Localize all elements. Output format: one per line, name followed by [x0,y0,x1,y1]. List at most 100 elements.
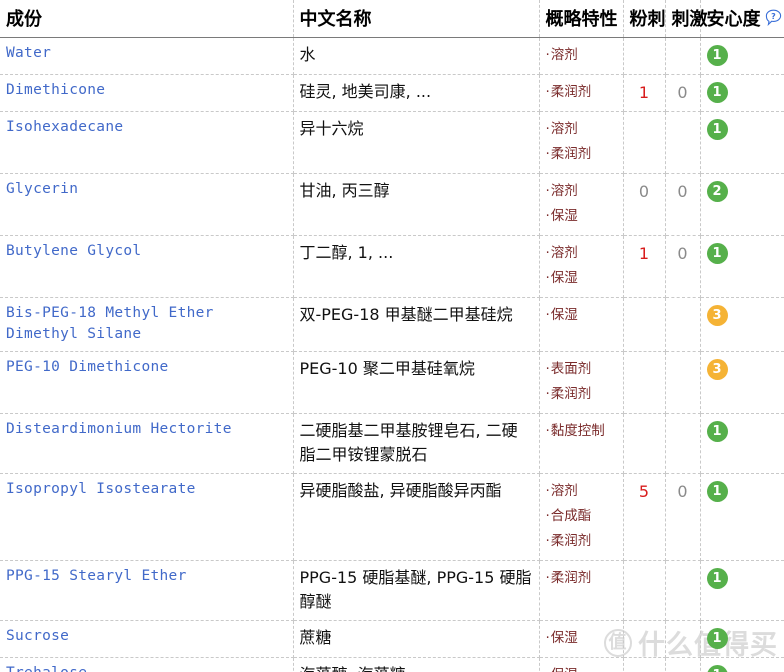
cell-acne-score [623,351,666,414]
irritation-score-value: 0 [677,482,688,501]
ingredient-link[interactable]: Butylene Glycol [6,243,141,259]
property-tag[interactable]: 溶剂 [546,117,617,142]
ingredients-table: 成份 中文名称 概略特性 粉刺 刺激 安心度? Water 水溶剂 1 Dimethi… [0,0,784,672]
irritation-score-value: 0 [677,83,688,102]
column-header-ingredient[interactable]: 成份 [0,0,294,38]
cell-ingredient-name: Isohexadecane [0,111,294,174]
property-tag[interactable]: 溶剂 [546,479,617,504]
cell-irritation-score [665,351,701,414]
cell-chinese-name: PPG-15 硬脂基醚, PPG-15 硬脂醇醚 [293,560,540,621]
cell-properties: 溶剂 [539,37,624,75]
property-tag[interactable]: 柔润剂 [546,142,617,167]
safety-badge: 3 [706,305,728,326]
irritation-score-value: 0 [677,182,688,201]
cell-acne-score: 1 [623,235,666,298]
cell-irritation-score [665,297,701,352]
cell-ingredient-name: Isopropyl Isostearate [0,473,294,561]
ingredient-link[interactable]: PPG-15 Stearyl Ether [6,568,187,584]
cell-chinese-name: 双-PEG-18 甲基醚二甲基硅烷 [293,297,540,352]
cell-acne-score: 0 [623,173,666,236]
column-header-acne[interactable]: 粉刺 [623,0,666,38]
cell-irritation-score [665,413,701,474]
property-tag[interactable]: 溶剂 [546,179,617,204]
cell-irritation-score: 0 [665,74,701,112]
property-tag[interactable]: 保湿 [546,626,617,651]
ingredient-link[interactable]: Disteardimonium Hectorite [6,421,232,437]
safety-badge: 1 [706,421,728,442]
column-header-chinese-name[interactable]: 中文名称 [293,0,540,38]
cell-chinese-name: 硅灵, 地美司康, ... [293,74,540,112]
ingredient-link[interactable]: Sucrose [6,628,69,644]
property-tag[interactable]: 溶剂 [546,241,617,266]
acne-score-value: 1 [638,244,650,263]
ingredient-link[interactable]: Dimethicone [6,82,105,98]
cell-chinese-name: 水 [293,37,540,75]
cell-chinese-name: 异十六烷 [293,111,540,174]
column-header-irritation[interactable]: 刺激 [665,0,708,38]
cell-ingredient-name: Water [0,37,294,75]
cell-ingredient-name: Bis-PEG-18 Methyl Ether Dimethyl Silane [0,297,294,352]
property-tag[interactable]: 柔润剂 [546,382,617,407]
property-tag[interactable]: 合成酯 [546,504,617,529]
cell-ingredient-name: Butylene Glycol [0,235,294,298]
cell-properties: 柔润剂 [539,74,624,112]
cell-properties: 表面剂柔润剂 [539,351,624,414]
property-tag[interactable]: 黏度控制 [546,419,617,444]
table-row: Water 水溶剂 1 [0,37,784,75]
table-row: Glycerin甘油, 丙三醇溶剂保湿002 [0,173,784,236]
table-row: Sucrose 蔗糖保湿 1 [0,620,784,658]
irritation-score-value: 0 [677,244,688,263]
acne-score-value: 1 [638,83,650,102]
column-header-properties[interactable]: 概略特性 [539,0,624,38]
cell-ingredient-name: Glycerin [0,173,294,236]
property-tag[interactable]: 柔润剂 [546,566,617,591]
ingredient-link[interactable]: Isopropyl Isostearate [6,481,196,497]
property-tag[interactable]: 柔润剂 [546,529,617,554]
ingredient-link[interactable]: Trehalose [6,665,87,672]
column-header-safety[interactable]: 安心度? [700,0,784,38]
table-row: PEG-10 Dimethicone PEG-10 聚二甲基硅氧烷表面剂柔润剂 3 [0,351,784,414]
cell-safety-score: 1 [700,657,784,672]
cell-chinese-name: 甘油, 丙三醇 [293,173,540,236]
cell-irritation-score: 0 [665,473,701,561]
property-tag[interactable]: 柔润剂 [546,80,617,105]
cell-acne-score [623,560,666,621]
cell-ingredient-name: Sucrose [0,620,294,658]
cell-properties: 保湿 [539,657,624,672]
ingredient-link[interactable]: Bis-PEG-18 Methyl Ether Dimethyl Silane [6,305,214,342]
property-tag[interactable]: 保湿 [546,303,617,328]
safety-badge: 1 [706,45,728,66]
cell-acne-score [623,111,666,174]
cell-chinese-name: 二硬脂基二甲基胺锂皂石, 二硬脂二甲铵锂蒙脱石 [293,413,540,474]
table-row: PPG-15 Stearyl Ether PPG-15 硬脂基醚, PPG-15 … [0,560,784,621]
property-tag[interactable]: 保湿 [546,663,617,672]
property-tag[interactable]: 表面剂 [546,357,617,382]
safety-badge: 1 [706,481,728,502]
ingredient-link[interactable]: PEG-10 Dimethicone [6,359,169,375]
cell-acne-score [623,657,666,672]
table-row: Trehalose 海藻醣, 海藻糖保湿 1 [0,657,784,672]
safety-badge: 3 [706,359,728,380]
property-tag[interactable]: 溶剂 [546,43,617,68]
ingredient-link[interactable]: Water [6,45,51,61]
ingredient-table-page: 值 什么值得买 成份 中文名称 概略特性 粉刺 刺激 安心度? Water水溶剂… [0,0,784,672]
cell-safety-score: 1 [700,37,784,75]
cell-ingredient-name: Dimethicone [0,74,294,112]
property-tag[interactable]: 保湿 [546,266,617,291]
ingredient-link[interactable]: Glycerin [6,181,78,197]
ingredient-link[interactable]: Isohexadecane [6,119,123,135]
cell-safety-score: 1 [700,620,784,658]
cell-safety-score: 1 [700,235,784,298]
table-row: Isohexadecane 异十六烷溶剂柔润剂 1 [0,111,784,174]
safety-badge: 2 [706,181,728,202]
cell-safety-score: 1 [700,111,784,174]
cell-properties: 保湿 [539,297,624,352]
safety-badge: 1 [706,665,728,672]
question-bubble-icon[interactable]: ? [765,9,782,31]
svg-text:?: ? [771,12,776,21]
property-tag[interactable]: 保湿 [546,204,617,229]
acne-score-value: 5 [638,482,650,501]
safety-badge: 1 [706,243,728,264]
cell-safety-score: 1 [700,473,784,561]
cell-acne-score [623,620,666,658]
